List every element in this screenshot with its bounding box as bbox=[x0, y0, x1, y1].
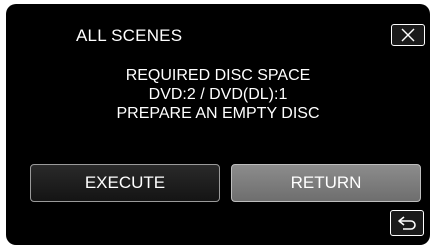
execute-button-label: EXECUTE bbox=[84, 173, 166, 192]
execute-button[interactable]: EXECUTE bbox=[30, 164, 220, 202]
close-button[interactable] bbox=[391, 24, 425, 46]
back-arrow-icon bbox=[398, 216, 416, 230]
message-line-disc-count: DVD:2 / DVD(DL):1 bbox=[148, 86, 288, 103]
back-button[interactable] bbox=[390, 210, 424, 236]
close-icon bbox=[401, 28, 415, 42]
dialog-title: ALL SCENES bbox=[76, 26, 183, 45]
dialog-message: REQUIRED DISC SPACE DVD:2 / DVD(DL):1 PR… bbox=[6, 66, 430, 123]
return-button-label: RETURN bbox=[290, 173, 362, 192]
return-button[interactable]: RETURN bbox=[231, 164, 421, 202]
message-line-required-space: REQUIRED DISC SPACE bbox=[125, 67, 311, 84]
message-line-prepare-disc: PREPARE AN EMPTY DISC bbox=[116, 105, 320, 122]
dialog-screen: ALL SCENES REQUIRED DISC SPACE DVD:2 / D… bbox=[6, 4, 430, 245]
